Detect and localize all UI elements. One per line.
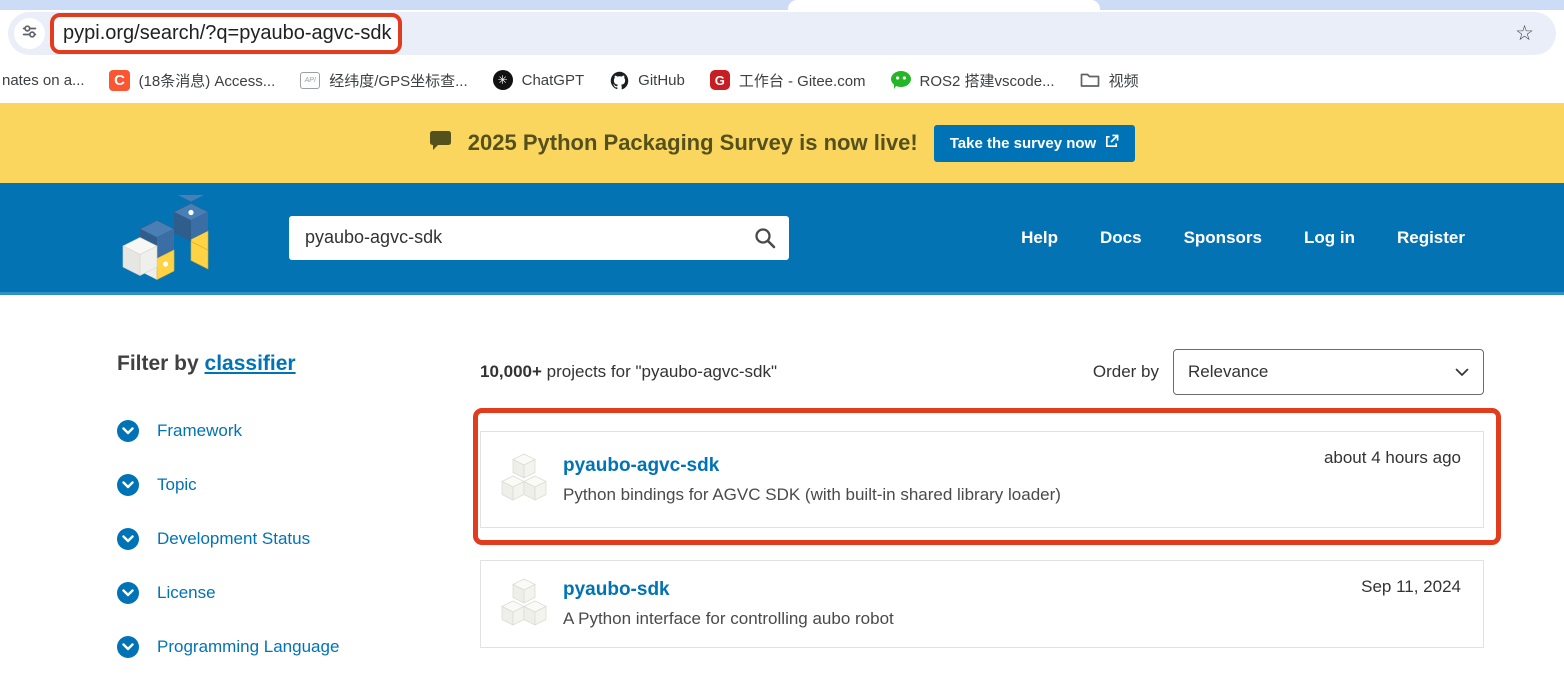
bookmark-label: ChatGPT <box>522 72 585 89</box>
results-count-suffix: projects for "pyaubo-agvc-sdk" <box>542 362 777 381</box>
chevron-down-icon <box>117 420 139 442</box>
bookmark-item[interactable]: ✳ ChatGPT <box>492 69 585 91</box>
pypi-header: Help Docs Sponsors Log in Register <box>0 183 1564 295</box>
api-book-icon: API <box>299 69 321 91</box>
search-icon[interactable] <box>753 226 777 255</box>
chevron-down-icon <box>117 636 139 658</box>
package-name-link[interactable]: pyaubo-sdk <box>563 579 894 601</box>
url-red-annotation: pypi.org/search/?q=pyaubo-agvc-sdk <box>50 13 402 54</box>
active-tab[interactable] <box>788 0 1100 10</box>
bookmark-label: nates on a... <box>2 72 85 89</box>
results-header: 10,000+ projects for "pyaubo-agvc-sdk" O… <box>480 349 1484 395</box>
bookmark-label: (18条消息) Access... <box>139 70 276 91</box>
search-results: 10,000+ projects for "pyaubo-agvc-sdk" O… <box>480 349 1484 675</box>
bookmark-item[interactable]: C (18条消息) Access... <box>109 69 276 91</box>
header-nav: Help Docs Sponsors Log in Register <box>1021 228 1564 248</box>
header-search <box>289 216 789 260</box>
order-by-value: Relevance <box>1188 362 1268 382</box>
tab-strip <box>0 0 1564 10</box>
gitee-icon: G <box>709 69 731 91</box>
bookmark-item[interactable]: GitHub <box>608 69 685 91</box>
package-description: A Python interface for controlling aubo … <box>563 609 894 629</box>
search-input[interactable] <box>289 216 789 260</box>
banner-message: 2025 Python Packaging Survey is now live… <box>468 130 918 156</box>
nav-login[interactable]: Log in <box>1304 228 1355 248</box>
bookmark-item[interactable]: 视频 <box>1079 69 1139 91</box>
folder-icon <box>1079 69 1101 91</box>
package-description: Python bindings for AGVC SDK (with built… <box>563 485 1061 505</box>
filter-label: Framework <box>157 421 242 441</box>
bookmark-label: 经纬度/GPS坐标查... <box>329 70 467 91</box>
take-survey-button[interactable]: Take the survey now <box>934 125 1135 162</box>
comment-icon <box>429 130 452 156</box>
filter-sidebar: Filter by classifier Framework Topic <box>117 352 457 660</box>
github-icon <box>608 69 630 91</box>
bookmark-star-icon[interactable]: ☆ <box>1515 21 1534 46</box>
chevron-down-icon <box>117 582 139 604</box>
results-count: 10,000+ projects for "pyaubo-agvc-sdk" <box>480 362 777 382</box>
bookmark-label: 工作台 - Gitee.com <box>739 70 866 91</box>
chevron-down-icon <box>117 474 139 496</box>
bookmark-item[interactable]: ROS2 搭建vscode... <box>890 69 1055 91</box>
bookmark-item[interactable]: API 经纬度/GPS坐标查... <box>299 69 467 91</box>
filter-framework[interactable]: Framework <box>117 418 457 444</box>
external-link-icon <box>1104 134 1119 153</box>
results-count-number: 10,000+ <box>480 362 542 381</box>
filter-label: Programming Language <box>157 637 339 657</box>
nav-docs[interactable]: Docs <box>1100 228 1142 248</box>
filter-title-prefix: Filter by <box>117 352 205 375</box>
filter-development-status[interactable]: Development Status <box>117 526 457 552</box>
bookmark-item[interactable]: G 工作台 - Gitee.com <box>709 69 866 91</box>
browser-toolbar: pypi.org/search/?q=pyaubo-agvc-sdk ☆ <box>0 10 1564 57</box>
package-date: Sep 11, 2024 <box>1361 577 1461 597</box>
page: pypi.org/search/?q=pyaubo-agvc-sdk ☆ nat… <box>0 0 1564 675</box>
filter-topic[interactable]: Topic <box>117 472 457 498</box>
package-date: about 4 hours ago <box>1324 448 1461 468</box>
order-by-label: Order by <box>1093 362 1159 382</box>
filter-list: Framework Topic Development Status <box>117 418 457 660</box>
package-cubes-icon <box>501 577 547 632</box>
url-text[interactable]: pypi.org/search/?q=pyaubo-agvc-sdk <box>54 22 392 45</box>
package-name-link[interactable]: pyaubo-agvc-sdk <box>563 455 1061 477</box>
filter-programming-language[interactable]: Programming Language <box>117 634 457 660</box>
filter-title: Filter by classifier <box>117 352 457 376</box>
bookmark-item[interactable]: nates on a... <box>2 72 85 89</box>
nav-register[interactable]: Register <box>1397 228 1465 248</box>
csdn-icon: C <box>109 69 131 91</box>
nav-sponsors[interactable]: Sponsors <box>1184 228 1262 248</box>
pypi-logo[interactable] <box>113 195 235 281</box>
order-by-select[interactable]: Relevance <box>1173 349 1484 395</box>
chevron-down-icon <box>117 528 139 550</box>
nav-help[interactable]: Help <box>1021 228 1058 248</box>
survey-banner: 2025 Python Packaging Survey is now live… <box>0 103 1564 183</box>
result-card[interactable]: pyaubo-sdk A Python interface for contro… <box>480 560 1484 648</box>
address-bar[interactable]: pypi.org/search/?q=pyaubo-agvc-sdk ☆ <box>8 12 1556 55</box>
result-card[interactable]: pyaubo-agvc-sdk Python bindings for AGVC… <box>480 431 1484 528</box>
package-cubes-icon <box>501 452 547 507</box>
filter-license[interactable]: License <box>117 580 457 606</box>
package-text: pyaubo-sdk A Python interface for contro… <box>563 579 894 629</box>
bookmarks-bar: nates on a... C (18条消息) Access... API 经纬… <box>0 57 1564 103</box>
chatgpt-icon: ✳ <box>492 69 514 91</box>
filter-label: Topic <box>157 475 197 495</box>
take-survey-label: Take the survey now <box>950 135 1096 152</box>
classifier-link[interactable]: classifier <box>205 352 296 375</box>
bookmark-label: ROS2 搭建vscode... <box>920 70 1055 91</box>
site-settings-button[interactable] <box>14 18 45 49</box>
select-chevron-icon <box>1455 362 1469 382</box>
package-text: pyaubo-agvc-sdk Python bindings for AGVC… <box>563 455 1061 505</box>
wechat-icon <box>890 69 912 91</box>
filter-label: Development Status <box>157 529 310 549</box>
main-content: Filter by classifier Framework Topic <box>0 295 1564 675</box>
tune-icon <box>21 23 38 45</box>
filter-label: License <box>157 583 216 603</box>
order-by: Order by Relevance <box>1093 349 1484 395</box>
bookmark-label: GitHub <box>638 72 685 89</box>
bookmark-label: 视频 <box>1109 70 1139 91</box>
